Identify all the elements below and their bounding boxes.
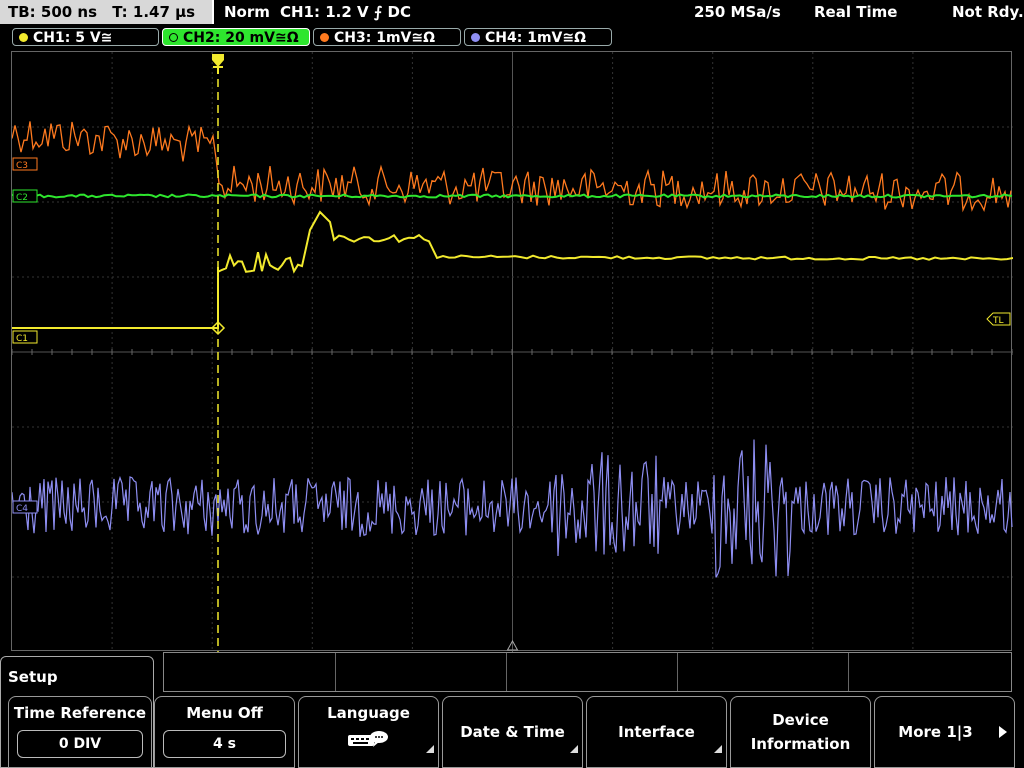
- status-bar: Norm CH1: 1.2 V ⨍ DC 250 MSa/s Real Time…: [214, 0, 1024, 24]
- ch4-color-dot: [471, 33, 480, 42]
- svg-text:C3: C3: [16, 161, 28, 171]
- ch2-offset-marker: C2: [12, 189, 38, 203]
- acquisition-mode: Real Time: [814, 3, 898, 21]
- svg-text:C4: C4: [16, 504, 28, 514]
- menu-off-softkey[interactable]: Menu Off 4 s: [154, 696, 295, 768]
- sample-rate: 250 MSa/s: [694, 3, 781, 21]
- ch3-label: CH3: 1mV≅Ω: [334, 30, 436, 46]
- channel-tab-ch3[interactable]: CH3: 1mV≅Ω: [313, 28, 461, 46]
- device-information-label-line2: Information: [750, 735, 851, 753]
- channel-tab-ch2[interactable]: CH2: 20 mV≅Ω: [162, 28, 310, 46]
- menu-triangle-icon: [714, 745, 722, 753]
- svg-text:C2: C2: [16, 193, 28, 203]
- menu-triangle-icon: [570, 745, 578, 753]
- language-label: Language: [327, 704, 410, 722]
- ch1-label: CH1: 5 V≅: [33, 30, 113, 46]
- ch2-color-dot: [169, 33, 178, 42]
- menu-triangle-icon: [426, 745, 434, 753]
- keyboard-speech-icon: [348, 731, 388, 747]
- ch4-label: CH4: 1mV≅Ω: [485, 30, 587, 46]
- trigger-t-icon: [213, 66, 223, 74]
- device-information-softkey[interactable]: Device Information: [730, 696, 871, 768]
- ch3-color-dot: [320, 33, 329, 42]
- menu-off-label: Menu Off: [186, 704, 263, 722]
- trigger-level-marker: TL: [986, 312, 1011, 326]
- date-time-softkey[interactable]: Date & Time: [442, 696, 583, 768]
- svg-text:TL: TL: [992, 316, 1004, 326]
- ch3-offset-marker: C3: [12, 157, 38, 171]
- time-reference-value: 0 DIV: [17, 730, 143, 758]
- time-reference-label: Time Reference: [13, 704, 147, 722]
- device-information-label-line1: Device: [772, 711, 829, 729]
- auxiliary-display-area: [163, 652, 1012, 692]
- more-softkey[interactable]: More 1|3: [874, 696, 1015, 768]
- waveform-display[interactable]: C3 C2 C1 C4 TL: [11, 51, 1013, 652]
- menu-off-value: 4 s: [163, 730, 286, 758]
- timebase-readout: TB: 500 ns: [8, 3, 98, 21]
- ch4-offset-marker: C4: [12, 500, 38, 514]
- timebase-panel[interactable]: TB: 500 ns T: 1.47 µs: [0, 0, 214, 24]
- time-reference-softkey[interactable]: Time Reference 0 DIV: [8, 696, 152, 768]
- date-time-label: Date & Time: [460, 723, 565, 741]
- more-label: More 1|3: [898, 723, 973, 741]
- ch2-label: CH2: 20 mV≅Ω: [183, 30, 299, 46]
- play-arrow-icon: [999, 726, 1007, 738]
- waveform-canvas: C3 C2 C1 C4 TL: [12, 52, 1013, 652]
- interface-softkey[interactable]: Interface: [586, 696, 727, 768]
- trigger-time-readout: T: 1.47 µs: [112, 3, 196, 21]
- trigger-info[interactable]: CH1: 1.2 V ⨍ DC: [280, 0, 411, 24]
- setup-menu-title: Setup: [8, 668, 58, 686]
- trigger-position-icon: [212, 54, 224, 67]
- acquisition-status: Not Rdy.: [952, 3, 1024, 21]
- interface-label: Interface: [618, 723, 695, 741]
- svg-text:C1: C1: [16, 334, 28, 344]
- ch1-color-dot: [19, 33, 28, 42]
- language-softkey[interactable]: Language: [298, 696, 439, 768]
- channel-tab-ch4[interactable]: CH4: 1mV≅Ω: [464, 28, 612, 46]
- trigger-mode[interactable]: Norm: [224, 0, 270, 24]
- channel-tab-ch1[interactable]: CH1: 5 V≅: [12, 28, 159, 46]
- graticule: [12, 52, 1013, 652]
- ch1-offset-marker: C1: [12, 330, 38, 344]
